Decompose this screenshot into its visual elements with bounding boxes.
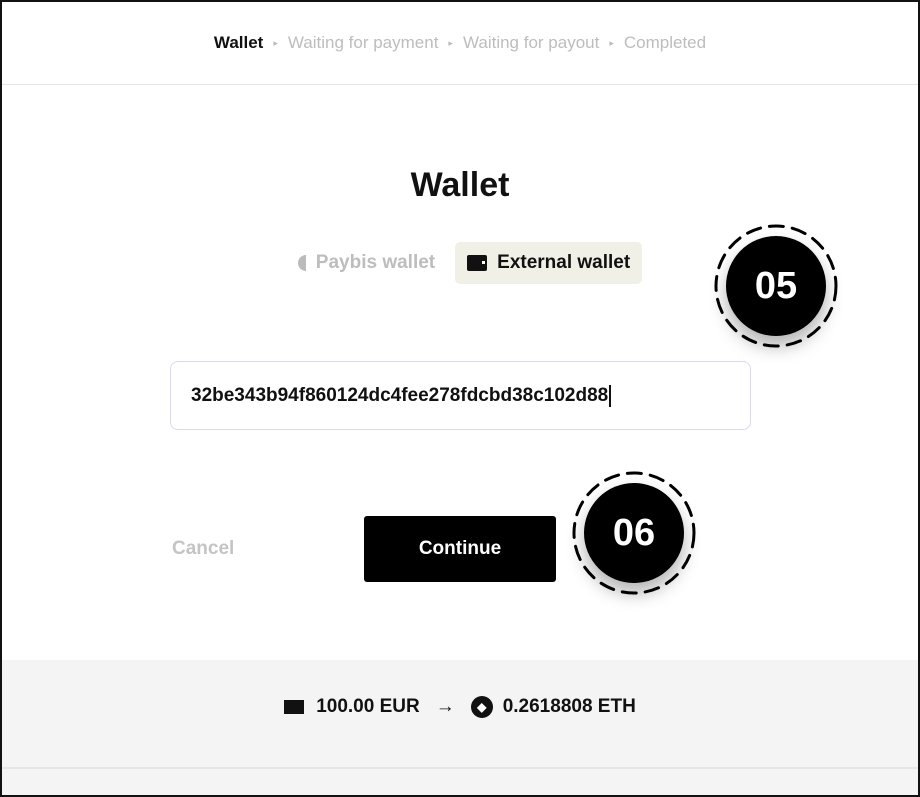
divider (2, 767, 918, 769)
tab-external-wallet[interactable]: External wallet (455, 242, 643, 284)
wallet-icon (467, 255, 488, 271)
badge-number: 05 (726, 236, 826, 336)
progress-steps: Wallet ▸ Waiting for payment ▸ Waiting f… (2, 2, 918, 85)
tab-label: External wallet (497, 252, 631, 273)
tab-label: Paybis wallet (315, 252, 436, 273)
half-circle-icon (297, 255, 306, 271)
step-waiting-payout: Waiting for payout (462, 33, 600, 52)
arrow-right-icon: → (435, 696, 455, 717)
continue-button[interactable]: Continue (364, 516, 556, 582)
step-wallet: Wallet (213, 33, 264, 52)
from-amount: 100.00 EUR (316, 696, 420, 717)
annotation-badge-06: 06 (570, 469, 698, 597)
badge-number: 06 (584, 483, 684, 583)
address-value: 32be343b94f860124dc4fee278fdcbd38c102d88 (191, 384, 609, 406)
step-separator-icon: ▸ (609, 37, 614, 48)
page-title: Wallet (410, 166, 510, 204)
to-amount: 0.2618808 ETH (502, 696, 636, 717)
cancel-button[interactable]: Cancel (172, 538, 234, 560)
step-separator-icon: ▸ (273, 37, 278, 48)
annotation-badge-05: 05 (712, 222, 840, 350)
step-completed: Completed (623, 33, 707, 52)
step-waiting-payment: Waiting for payment (287, 33, 439, 52)
tab-paybis-wallet[interactable]: Paybis wallet (286, 242, 447, 284)
wallet-address-input[interactable]: 32be343b94f860124dc4fee278fdcbd38c102d88 (170, 361, 751, 430)
ethereum-icon: ◆ (470, 696, 493, 718)
step-separator-icon: ▸ (448, 37, 453, 48)
exchange-summary-footer: 100.00 EUR → ◆ 0.2618808 ETH (2, 660, 918, 795)
text-caret (609, 384, 612, 407)
card-icon (284, 700, 305, 714)
